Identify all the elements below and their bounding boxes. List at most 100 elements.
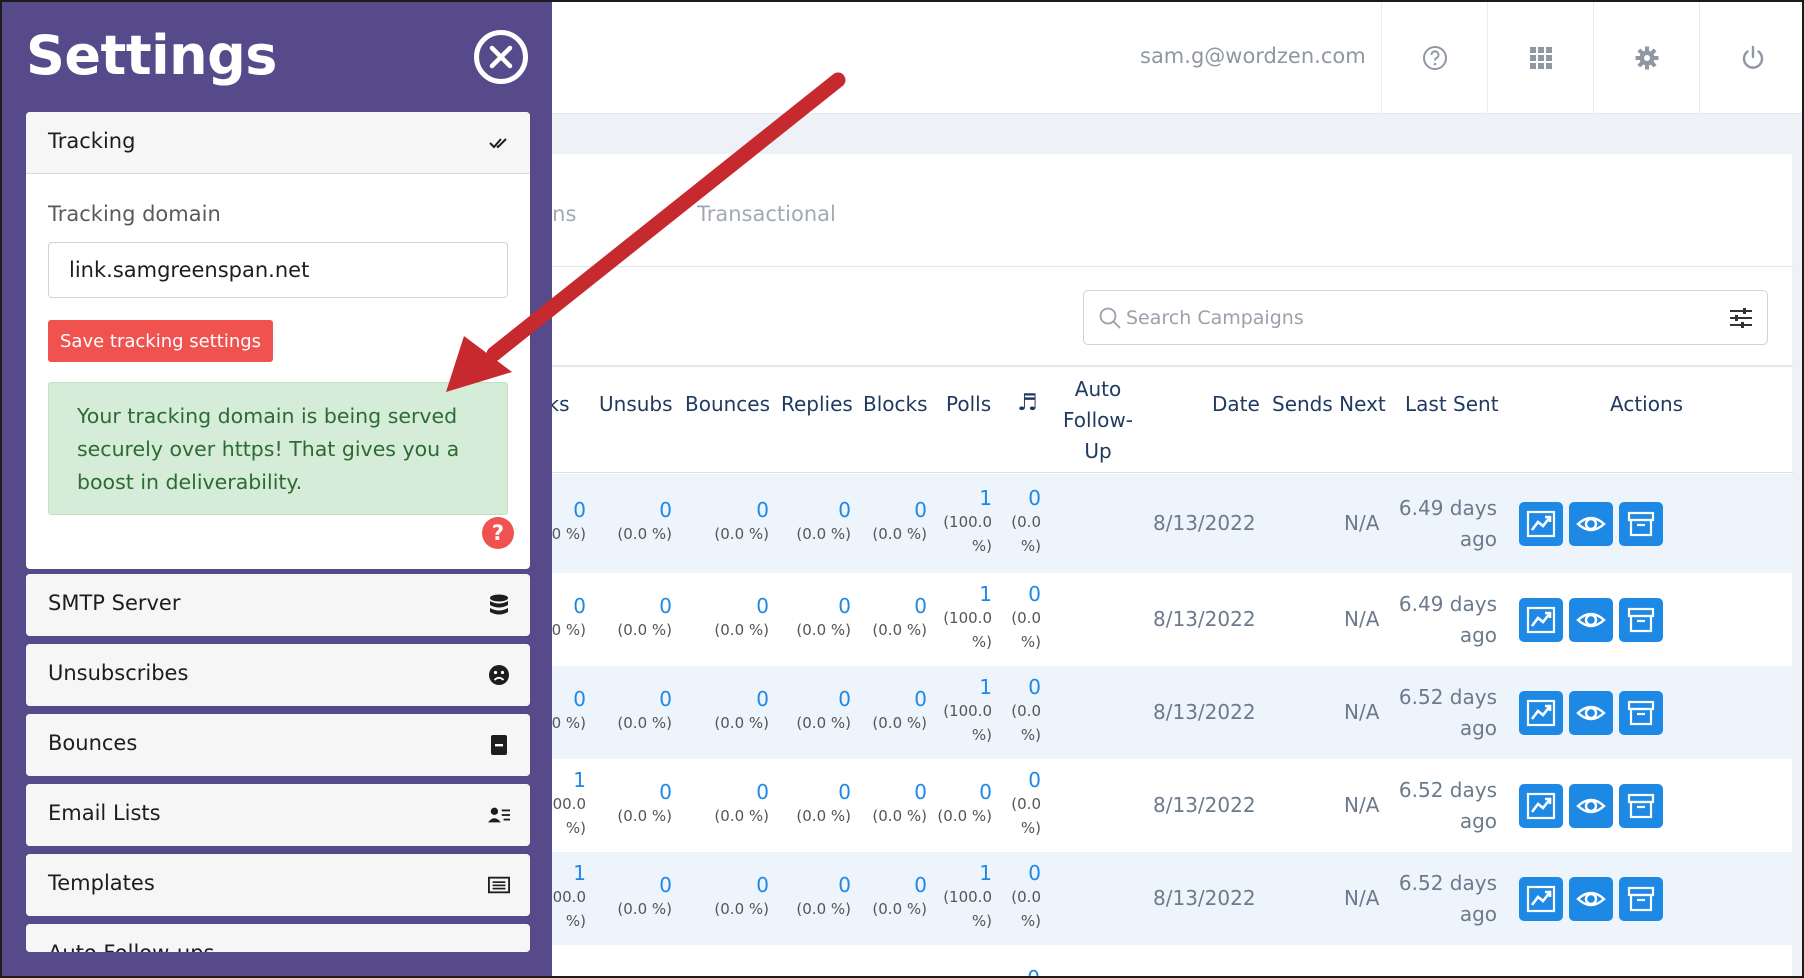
polls-count[interactable]: 0 xyxy=(979,780,992,804)
music-note-icon[interactable]: ♬ xyxy=(1017,390,1038,416)
template-icon xyxy=(488,874,510,896)
bounces-count[interactable]: 0 xyxy=(756,687,769,711)
clicks-count[interactable]: 0 xyxy=(573,498,586,522)
col-header-unsubs[interactable]: Unsubs xyxy=(599,392,673,416)
help-button[interactable] xyxy=(1381,2,1487,114)
music-percent: %) xyxy=(1020,912,1041,930)
col-header-blocks[interactable]: Blocks xyxy=(863,392,928,416)
templates-section[interactable]: Templates xyxy=(26,854,530,916)
blocks-percent: (0.0 %) xyxy=(872,714,927,732)
settings-button[interactable] xyxy=(1593,2,1699,114)
bounces-count[interactable]: 0 xyxy=(756,594,769,618)
preview-eye-button[interactable] xyxy=(1569,691,1613,735)
music-count[interactable]: 0 xyxy=(1028,582,1041,606)
archive-button[interactable] xyxy=(1619,784,1663,828)
smtp-server-section[interactable]: SMTP Server xyxy=(26,574,530,636)
col-header-date[interactable]: Date xyxy=(1212,392,1260,416)
stats-chart-button[interactable] xyxy=(1519,502,1563,546)
unsubs-count[interactable]: 0 xyxy=(659,780,672,804)
stats-chart-button[interactable] xyxy=(1519,598,1563,642)
blocks-count[interactable]: 0 xyxy=(914,780,927,804)
archive-button[interactable] xyxy=(1619,691,1663,735)
filter-sliders-icon[interactable] xyxy=(1729,307,1753,329)
close-settings-button[interactable] xyxy=(474,30,528,84)
user-email[interactable]: sam.g@wordzen.com xyxy=(1140,44,1366,68)
bounces-header[interactable]: Bounces xyxy=(26,714,530,776)
save-tracking-button[interactable]: Save tracking settings xyxy=(48,320,274,362)
email-lists-header[interactable]: Email Lists xyxy=(26,784,530,846)
email-lists-section[interactable]: Email Lists xyxy=(26,784,530,846)
replies-count[interactable]: 0 xyxy=(838,594,851,618)
col-header-last-sent[interactable]: Last Sent xyxy=(1405,392,1499,416)
preview-eye-button[interactable] xyxy=(1569,598,1613,642)
blocks-count[interactable]: 0 xyxy=(914,594,927,618)
music-count[interactable]: 0 xyxy=(1028,486,1041,510)
stats-chart-button[interactable] xyxy=(1519,877,1563,921)
tracking-domain-input[interactable] xyxy=(48,242,508,298)
tracking-header[interactable]: Tracking xyxy=(26,112,530,174)
clicks-count[interactable]: 1 xyxy=(573,768,586,792)
music-percent: (0.0 xyxy=(1011,702,1041,720)
replies-count[interactable]: 0 xyxy=(838,687,851,711)
preview-eye-button[interactable] xyxy=(1569,784,1613,828)
unsubs-count[interactable]: 0 xyxy=(659,687,672,711)
unsubscribes-header[interactable]: Unsubscribes xyxy=(26,644,530,706)
tab-transactional[interactable]: Transactional xyxy=(697,202,836,226)
replies-count[interactable]: 0 xyxy=(838,780,851,804)
music-count[interactable]: 0 xyxy=(1028,675,1041,699)
unsubs-count[interactable]: 0 xyxy=(659,873,672,897)
clicks-count[interactable]: 0 xyxy=(573,687,586,711)
unsubscribes-section[interactable]: Unsubscribes xyxy=(26,644,530,706)
polls-count[interactable]: 1 xyxy=(979,582,992,606)
polls-percent: (100.0 xyxy=(943,513,992,531)
archive-button[interactable] xyxy=(1619,877,1663,921)
preview-eye-button[interactable] xyxy=(1569,502,1613,546)
bounces-percent: (0.0 %) xyxy=(714,807,769,825)
music-count[interactable]: 0 xyxy=(1027,966,1040,976)
blocks-count[interactable]: 0 xyxy=(914,687,927,711)
bounces-count[interactable]: 0 xyxy=(756,873,769,897)
unsubs-count[interactable]: 0 xyxy=(659,498,672,522)
replies-count[interactable]: 0 xyxy=(838,498,851,522)
clicks-count[interactable]: 0 xyxy=(573,594,586,618)
stats-chart-icon xyxy=(1526,885,1556,913)
archive-button[interactable] xyxy=(1619,502,1663,546)
unsubs-count[interactable]: 0 xyxy=(659,594,672,618)
stats-chart-button[interactable] xyxy=(1519,784,1563,828)
bounces-percent: (0.0 %) xyxy=(714,621,769,639)
stats-chart-icon xyxy=(1526,606,1556,634)
preview-eye-button[interactable] xyxy=(1569,877,1613,921)
blocks-count[interactable]: 0 xyxy=(914,873,927,897)
templates-header[interactable]: Templates xyxy=(26,854,530,916)
last-sent: 6.52 days ago xyxy=(1387,775,1497,837)
clicks-count[interactable]: 1 xyxy=(573,861,586,885)
col-header-sends-next[interactable]: Sends Next xyxy=(1272,392,1386,416)
header-line: Auto xyxy=(1074,377,1122,401)
logout-button[interactable] xyxy=(1699,2,1802,114)
blocks-count[interactable]: 0 xyxy=(914,498,927,522)
apps-button[interactable] xyxy=(1487,2,1593,114)
polls-count[interactable]: 1 xyxy=(979,486,992,510)
polls-count[interactable]: 1 xyxy=(979,861,992,885)
preview-eye-icon xyxy=(1576,612,1606,628)
auto-follow-ups-header[interactable]: Auto Follow-ups xyxy=(26,924,530,952)
tracking-domain-label: Tracking domain xyxy=(48,202,221,226)
bounces-section[interactable]: Bounces xyxy=(26,714,530,776)
bounces-count[interactable]: 0 xyxy=(756,780,769,804)
bounces-count[interactable]: 0 xyxy=(756,498,769,522)
replies-count[interactable]: 0 xyxy=(838,873,851,897)
unsubs-percent: (0.0 %) xyxy=(617,525,672,543)
music-count[interactable]: 0 xyxy=(1028,861,1041,885)
col-header-bounces[interactable]: Bounces xyxy=(685,392,770,416)
col-header-replies[interactable]: Replies xyxy=(781,392,853,416)
col-header-auto-follow-up[interactable]: Auto Follow- Up xyxy=(1058,374,1138,467)
polls-count[interactable]: 1 xyxy=(979,675,992,699)
stats-chart-button[interactable] xyxy=(1519,691,1563,735)
smtp-server-header[interactable]: SMTP Server xyxy=(26,574,530,636)
auto-follow-ups-section[interactable]: Auto Follow-ups xyxy=(26,924,530,952)
help-icon[interactable]: ? xyxy=(482,517,514,549)
music-count[interactable]: 0 xyxy=(1028,768,1041,792)
archive-button[interactable] xyxy=(1619,598,1663,642)
col-header-polls[interactable]: Polls xyxy=(946,392,991,416)
search-input[interactable] xyxy=(1126,303,1686,333)
